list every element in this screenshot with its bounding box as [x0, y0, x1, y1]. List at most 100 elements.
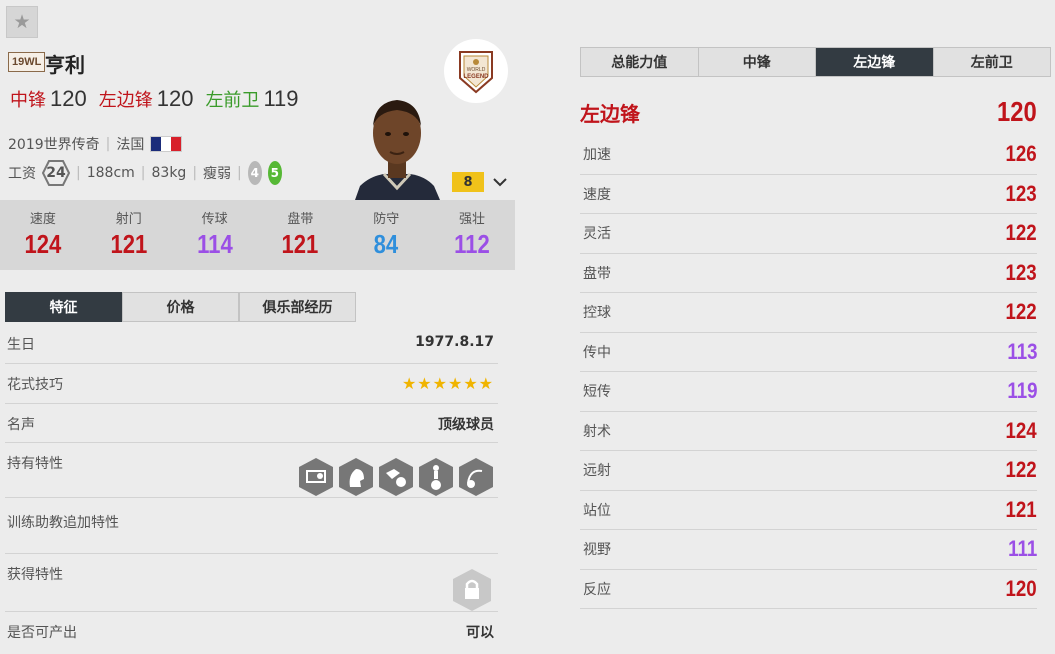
producible-value: 可以 [466, 625, 494, 641]
tab-lm[interactable]: 左前卫 [933, 48, 1050, 76]
tab-club-history[interactable]: 俱乐部经历 [239, 292, 356, 322]
attribute-name: 盘带 [583, 265, 611, 282]
active-position-header: 左边锋 120 [580, 96, 1037, 128]
stat-value: 124 [24, 229, 62, 259]
outside-foot-trait-icon[interactable] [418, 457, 454, 497]
birthday-value: 1977.8.17 [415, 334, 494, 350]
attribute-name: 灵活 [583, 226, 611, 243]
position-name: 中锋 [10, 90, 46, 111]
stat-value: 121 [281, 229, 319, 259]
favorite-button[interactable]: ★ [6, 6, 38, 38]
attribute-value: 120 [1005, 575, 1037, 601]
attribute-name: 射术 [583, 423, 611, 440]
active-position-name: 左边锋 [580, 101, 640, 126]
legend-line2: LEGEND [463, 74, 489, 80]
attribute-name: 传中 [583, 344, 611, 361]
strong-foot-icon: 5 [267, 161, 282, 185]
attribute-value: 111 [1007, 536, 1037, 562]
attribute-value: 123 [1005, 259, 1037, 285]
season-text: 2019世界传奇 [8, 137, 100, 153]
divider: | [140, 165, 146, 181]
trait-icons [298, 457, 494, 497]
attribute-row: 灵活 122 [580, 214, 1037, 254]
stat-label: 防守 [373, 212, 400, 227]
finesse-shot-trait-icon[interactable] [298, 457, 334, 497]
attribute-row: 反应 120 [580, 570, 1037, 609]
stat-dribbling: 盘带 121 [257, 200, 343, 270]
attribute-name: 速度 [583, 186, 611, 203]
lock-icon [453, 569, 491, 611]
position-value: 120 [156, 86, 194, 111]
tab-st[interactable]: 中锋 [698, 48, 816, 76]
acquire-traits-label: 获得特性 [7, 567, 63, 583]
season-badge: 19WL [8, 52, 46, 72]
coach-traits-label: 训练助教追加特性 [7, 515, 119, 531]
tab-price[interactable]: 价格 [122, 292, 239, 322]
player-body-row: 工资 24 | 188cm | 83kg | 瘦弱 | 4 5 [8, 160, 282, 186]
traits-label: 持有特性 [7, 456, 63, 472]
attribute-row: 速度 123 [580, 175, 1037, 214]
flair-trait-icon[interactable] [338, 457, 374, 497]
attribute-list: 加速 126 速度 123 灵活 122 盘带 123 控球 122 传中 113 短传 11… [580, 135, 1037, 609]
tab-overall[interactable]: 总能力值 [581, 48, 699, 76]
position-name: 左边锋 [98, 90, 153, 111]
nation-text: 法国 [116, 137, 145, 153]
coach-traits-row: 训练助教追加特性 [5, 498, 498, 554]
divider: | [105, 136, 111, 152]
player-name: 亨利 [45, 53, 85, 77]
position-name: 左前卫 [205, 90, 260, 111]
birthday-label: 生日 [7, 337, 35, 353]
stats-bar: 速度 124 射门 121 传球 114 盘带 121 防守 84 强壮 112 [0, 200, 515, 270]
stat-label: 盘带 [287, 212, 314, 227]
attribute-row: 加速 126 [580, 135, 1037, 175]
level-badge[interactable]: 8 [452, 172, 484, 192]
chevron-down-icon[interactable] [490, 172, 510, 192]
divider: | [76, 165, 81, 181]
stat-shooting: 射门 121 [86, 200, 172, 270]
attribute-row: 远射 122 [580, 451, 1037, 491]
attribute-name: 远射 [583, 463, 611, 480]
stat-label: 射门 [115, 212, 142, 227]
attribute-row: 站位 121 [580, 491, 1037, 530]
attribute-value: 121 [1005, 496, 1037, 522]
skill-stars-icon: ★★★★★★ [401, 374, 494, 393]
divider: | [237, 165, 242, 181]
height-text: 188cm [86, 165, 135, 181]
position-value: 119 [263, 86, 299, 111]
attribute-row: 传中 113 [580, 333, 1037, 372]
legend-line1: WORLD [467, 67, 486, 73]
attribute-name: 反应 [583, 581, 611, 598]
player-info-row: 2019世界传奇 | 法国 [8, 134, 183, 154]
fame-row: 名声 顶级球员 [5, 404, 498, 443]
attribute-name: 短传 [583, 384, 611, 401]
attribute-value: 119 [1006, 378, 1037, 404]
detail-tabs: 特征 价格 俱乐部经历 [5, 292, 356, 322]
tab-traits[interactable]: 特征 [5, 292, 122, 322]
attribute-value: 122 [1005, 457, 1037, 483]
curve-shot-trait-icon[interactable] [458, 457, 494, 497]
position-tabs: 总能力值 中锋 左边锋 左前卫 [580, 47, 1051, 77]
producible-row: 是否可产出 可以 [5, 612, 498, 650]
detail-list: 生日 1977.8.17 花式技巧 ★★★★★★ 名声 顶级球员 持有特性 训练… [5, 324, 498, 650]
attribute-name: 加速 [583, 147, 611, 164]
skill-moves-row: 花式技巧 ★★★★★★ [5, 364, 498, 404]
star-icon: ★ [13, 11, 31, 33]
stat-value: 114 [196, 229, 233, 259]
stat-label: 速度 [29, 212, 56, 227]
stat-defending: 防守 84 [343, 200, 429, 270]
attribute-row: 短传 119 [580, 372, 1037, 412]
body-type-text: 瘦弱 [203, 166, 232, 182]
birthday-row: 生日 1977.8.17 [5, 324, 498, 364]
position-value: 120 [50, 86, 87, 111]
attribute-value: 123 [1005, 180, 1037, 206]
acquire-traits-row: 获得特性 [5, 554, 498, 612]
speed-dribbler-trait-icon[interactable] [378, 457, 414, 497]
stat-value: 121 [110, 229, 148, 259]
salary-hex-icon: 24 [42, 160, 70, 186]
active-position-value: 120 [997, 96, 1037, 127]
stat-passing: 传球 114 [172, 200, 258, 270]
stat-speed: 速度 124 [0, 200, 86, 270]
player-photo [350, 88, 445, 200]
attribute-value: 122 [1005, 299, 1037, 325]
tab-lw[interactable]: 左边锋 [816, 48, 934, 76]
